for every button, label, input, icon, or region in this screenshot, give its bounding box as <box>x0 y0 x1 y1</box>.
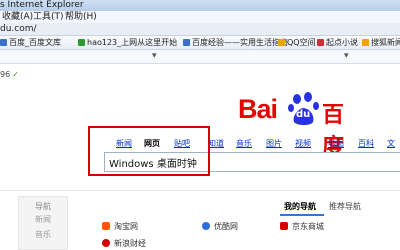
address-bar[interactable]: du.com/ <box>0 23 400 36</box>
address-text: du.com/ <box>0 24 37 34</box>
tab-music[interactable]: 音乐 <box>236 138 252 150</box>
favorite-icon <box>183 39 190 46</box>
logo-latin: Bai <box>238 94 278 124</box>
active-tab-underline <box>280 214 324 216</box>
tab-zhidao[interactable]: 知道 <box>208 138 224 150</box>
favorite-icon <box>317 39 324 46</box>
left-nav-item-music[interactable]: 音乐 <box>19 229 67 240</box>
menu-help[interactable]: 帮助(H) <box>65 11 97 23</box>
favorite-baidu-wenku[interactable]: 百度_百度文库 <box>0 36 61 50</box>
menu-favorites[interactable]: 收藏(A) <box>2 11 33 23</box>
favorite-qidian[interactable]: 起点小说 <box>317 36 358 50</box>
taobao-icon <box>102 222 110 230</box>
command-bar: ▾ ▾ <box>0 50 400 64</box>
tab-recommended-nav[interactable]: 推荐导航 <box>329 201 361 213</box>
favorite-hao123[interactable]: hao123_上网从这里开始 <box>78 36 177 50</box>
left-nav-heading: 导航 <box>35 202 51 211</box>
favorite-sohu-news[interactable]: 搜狐新闻 <box>362 36 400 50</box>
status-row: 96 ✓ <box>0 70 19 79</box>
favorite-icon <box>78 39 85 46</box>
tab-my-nav[interactable]: 我的导航 <box>284 201 316 213</box>
favorite-icon <box>0 39 7 46</box>
tab-video[interactable]: 视频 <box>295 138 311 150</box>
left-nav-item-news[interactable]: 新闻 <box>19 214 67 225</box>
favorites-bar: 百度_百度文库 hao123_上网从这里开始 百度经验——实用生活指南 QQ空间… <box>0 36 400 50</box>
site-jd[interactable]: 京东商城 <box>292 221 324 232</box>
tab-wenku[interactable]: 文 <box>387 138 395 150</box>
status-text: 96 <box>0 70 11 79</box>
jd-icon <box>280 222 288 230</box>
menu-bar: 收藏(A) 工具(T) 帮助(H) <box>0 11 400 23</box>
favorite-icon <box>278 39 285 46</box>
check-icon: ✓ <box>12 70 19 79</box>
tab-images[interactable]: 图片 <box>266 138 282 150</box>
site-youku[interactable]: 优酷网 <box>214 221 238 232</box>
sina-icon <box>102 239 110 247</box>
highlight-annotation-box <box>88 126 210 176</box>
site-sina-finance[interactable]: 新浪财经 <box>114 238 146 249</box>
youku-icon <box>202 222 210 230</box>
left-nav: 导航 新闻 音乐 <box>18 196 68 250</box>
section-divider <box>0 190 400 191</box>
window-titlebar: s Internet Explorer <box>0 0 400 11</box>
tab-map[interactable]: 地图 <box>328 138 344 150</box>
site-taobao[interactable]: 淘宝网 <box>114 221 138 232</box>
favorite-icon <box>362 39 369 46</box>
logo-paw-text: du <box>296 109 311 120</box>
favorite-qzone[interactable]: QQ空间 <box>278 36 316 50</box>
tab-baike[interactable]: 百科 <box>358 138 374 150</box>
chevron-down-icon[interactable]: ▾ <box>152 51 157 61</box>
window-title: s Internet Explorer <box>0 0 84 10</box>
favorite-baidu-jingyan[interactable]: 百度经验——实用生活指南 <box>183 36 288 50</box>
menu-tools[interactable]: 工具(T) <box>33 11 64 23</box>
chevron-down-icon[interactable]: ▾ <box>344 51 349 61</box>
